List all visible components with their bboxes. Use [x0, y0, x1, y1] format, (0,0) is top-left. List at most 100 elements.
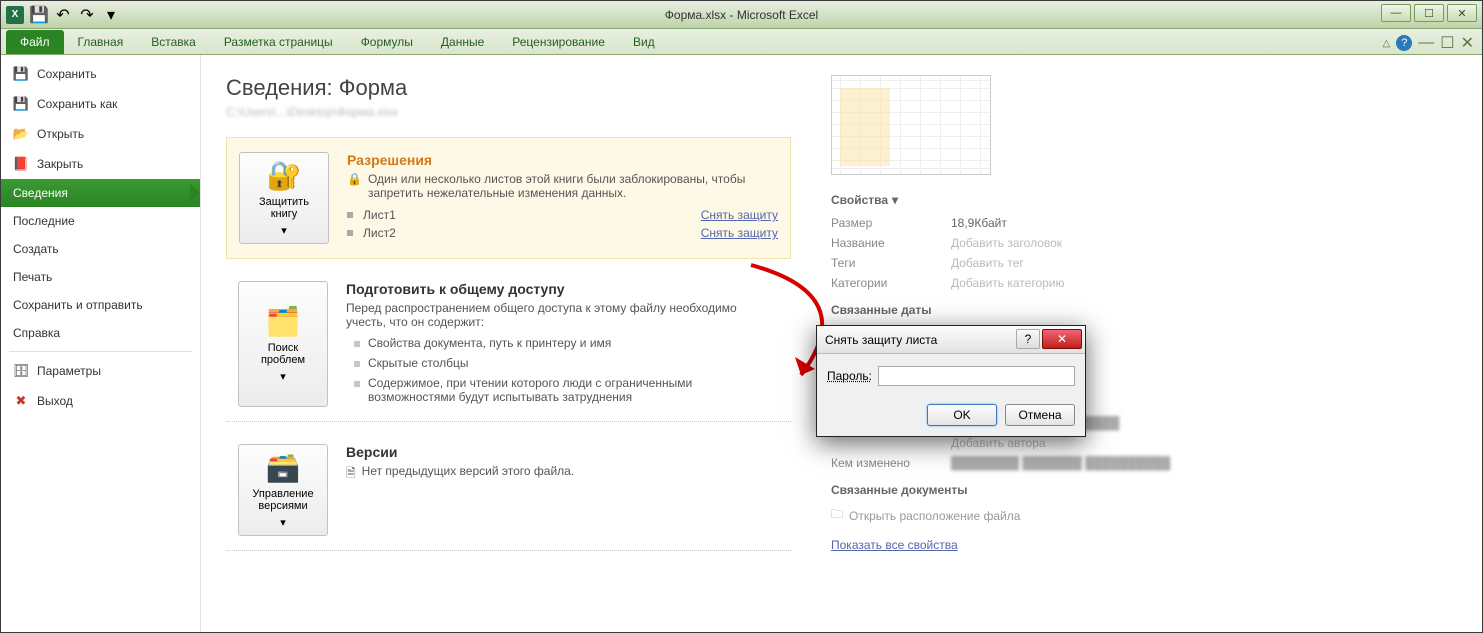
- unprotect-link-2[interactable]: Снять защиту: [701, 226, 778, 240]
- options-icon: 🗄: [13, 363, 29, 379]
- window-controls: — ☐ ✕: [1381, 4, 1477, 22]
- sheet-name: Лист2: [363, 226, 396, 240]
- quick-access-toolbar: X 💾 ↶ ↷ ▾: [1, 4, 122, 26]
- sheet-row-1: Лист1 Снять защиту: [347, 206, 778, 224]
- backstage-content: znaikak Сведения: Форма C:\Users\...\Des…: [201, 55, 1482, 632]
- lock-icon: 🔐: [267, 159, 302, 192]
- tab-formulas[interactable]: Формулы: [347, 30, 427, 54]
- add-tag-field[interactable]: Добавить тег: [951, 256, 1024, 270]
- ribbon-tabs: Файл Главная Вставка Разметка страницы Ф…: [1, 29, 1482, 55]
- chevron-down-icon: ▾: [281, 224, 287, 237]
- changed-by-value: ████████ ███████ ██████████: [951, 456, 1170, 470]
- check-issues-button[interactable]: 🗂️ Поиск проблем ▾: [238, 281, 328, 407]
- nav-new[interactable]: Создать: [1, 235, 200, 263]
- doc-close-icon[interactable]: ✕: [1461, 33, 1474, 53]
- tab-layout[interactable]: Разметка страницы: [210, 30, 347, 54]
- app-window: X 💾 ↶ ↷ ▾ Форма.xlsx - Microsoft Excel —…: [0, 0, 1483, 633]
- prepare-list: Свойства документа, путь к принтеру и им…: [346, 333, 779, 407]
- open-icon: 📂: [13, 126, 29, 142]
- prepare-desc: Перед распространением общего доступа к …: [346, 301, 779, 329]
- qat-dropdown-icon[interactable]: ▾: [100, 4, 122, 26]
- nav-exit[interactable]: ✖Выход: [1, 386, 200, 416]
- add-author-field[interactable]: Добавить автора: [951, 436, 1046, 450]
- excel-app-icon[interactable]: X: [4, 4, 26, 26]
- ok-button[interactable]: OK: [927, 404, 997, 426]
- versions-title: Версии: [346, 444, 779, 460]
- backstage-nav: 💾Сохранить 💾Сохранить как 📂Открыть 📕Закр…: [1, 55, 201, 632]
- versions-icon: 🗃️: [266, 451, 301, 484]
- doc-icon: 🗎: [346, 464, 356, 485]
- show-all-properties-link[interactable]: Показать все свойства: [831, 538, 958, 552]
- maximize-button[interactable]: ☐: [1414, 4, 1444, 22]
- add-title-field[interactable]: Добавить заголовок: [951, 236, 1062, 250]
- prepare-section: 🗂️ Поиск проблем ▾ Подготовить к общему …: [226, 267, 791, 422]
- tab-review[interactable]: Рецензирование: [498, 30, 619, 54]
- nav-save[interactable]: 💾Сохранить: [1, 59, 200, 89]
- nav-recent[interactable]: Последние: [1, 207, 200, 235]
- qat-undo-icon[interactable]: ↶: [52, 4, 74, 26]
- add-category-field[interactable]: Добавить категорию: [951, 276, 1065, 290]
- unprotect-link-1[interactable]: Снять защиту: [701, 208, 778, 222]
- nav-open[interactable]: 📂Открыть: [1, 119, 200, 149]
- dialog-close-button[interactable]: ✕: [1042, 329, 1082, 349]
- sheet-name: Лист1: [363, 208, 396, 222]
- help-icon[interactable]: ?: [1396, 35, 1412, 51]
- doc-minimize-icon[interactable]: —: [1418, 34, 1434, 52]
- manage-versions-button[interactable]: 🗃️ Управление версиями ▾: [238, 444, 328, 536]
- nav-save-as[interactable]: 💾Сохранить как: [1, 89, 200, 119]
- doc-restore-icon[interactable]: ☐: [1440, 33, 1454, 53]
- password-input[interactable]: [878, 366, 1075, 386]
- tab-home[interactable]: Главная: [64, 30, 138, 54]
- dates-header: Связанные даты: [831, 303, 1457, 317]
- chevron-down-icon: ▾: [280, 516, 286, 529]
- dialog-help-button[interactable]: ?: [1016, 329, 1040, 349]
- nav-print[interactable]: Печать: [1, 263, 200, 291]
- document-thumbnail[interactable]: [831, 75, 991, 175]
- qat-redo-icon[interactable]: ↷: [76, 4, 98, 26]
- page-title: Сведения: Форма: [226, 75, 791, 101]
- qat-save-icon[interactable]: 💾: [28, 4, 50, 26]
- permissions-section: 🔐 Защитить книгу ▾ Разрешения 🔒Один или …: [226, 137, 791, 259]
- save-as-icon: 💾: [13, 96, 29, 112]
- versions-desc: Нет предыдущих версий этого файла.: [362, 464, 575, 485]
- nav-close[interactable]: 📕Закрыть: [1, 149, 200, 179]
- tab-data[interactable]: Данные: [427, 30, 498, 54]
- list-item: Содержимое, при чтении которого люди с о…: [368, 373, 779, 407]
- close-icon: 📕: [13, 156, 29, 172]
- prepare-title: Подготовить к общему доступу: [346, 281, 779, 297]
- properties-header[interactable]: Свойства ▾: [831, 193, 1457, 207]
- exit-icon: ✖: [13, 393, 29, 409]
- tab-insert[interactable]: Вставка: [137, 30, 210, 54]
- close-window-button[interactable]: ✕: [1447, 4, 1477, 22]
- cancel-button[interactable]: Отмена: [1005, 404, 1075, 426]
- dialog-titlebar[interactable]: Снять защиту листа ? ✕: [817, 326, 1085, 354]
- file-path: C:\Users\...\Desktop\Форма.xlsx: [226, 105, 791, 119]
- nav-info[interactable]: Сведения: [1, 179, 200, 207]
- folder-icon: 🗀: [831, 505, 843, 526]
- open-location-link[interactable]: 🗀Открыть расположение файла: [831, 505, 1457, 526]
- tab-file[interactable]: Файл: [6, 30, 64, 54]
- permissions-title: Разрешения: [347, 152, 778, 168]
- sheet-row-2: Лист2 Снять защиту: [347, 224, 778, 242]
- nav-share[interactable]: Сохранить и отправить: [1, 291, 200, 319]
- save-icon: 💾: [13, 66, 29, 82]
- lock-small-icon: 🔒: [347, 172, 362, 200]
- tab-view[interactable]: Вид: [619, 30, 669, 54]
- window-title: Форма.xlsx - Microsoft Excel: [665, 8, 818, 22]
- versions-section: 🗃️ Управление версиями ▾ Версии 🗎 Нет пре…: [226, 430, 791, 551]
- dialog-title: Снять защиту листа: [825, 333, 937, 347]
- chevron-down-icon: ▾: [892, 193, 898, 207]
- chevron-down-icon: ▾: [280, 370, 286, 383]
- protect-workbook-button[interactable]: 🔐 Защитить книгу ▾: [239, 152, 329, 244]
- permissions-desc: Один или несколько листов этой книги был…: [368, 172, 778, 200]
- list-item: Скрытые столбцы: [368, 353, 779, 373]
- info-main: Сведения: Форма C:\Users\...\Desktop\Фор…: [226, 75, 791, 612]
- minimize-button[interactable]: —: [1381, 4, 1411, 22]
- nav-options[interactable]: 🗄Параметры: [1, 356, 200, 386]
- titlebar: X 💾 ↶ ↷ ▾ Форма.xlsx - Microsoft Excel —…: [1, 1, 1482, 29]
- nav-help[interactable]: Справка: [1, 319, 200, 347]
- password-label: Пароль:: [827, 369, 872, 383]
- list-item: Свойства документа, путь к принтеру и им…: [368, 333, 779, 353]
- ribbon-minimize-icon[interactable]: △: [1383, 38, 1391, 49]
- inspect-icon: 🗂️: [266, 305, 301, 338]
